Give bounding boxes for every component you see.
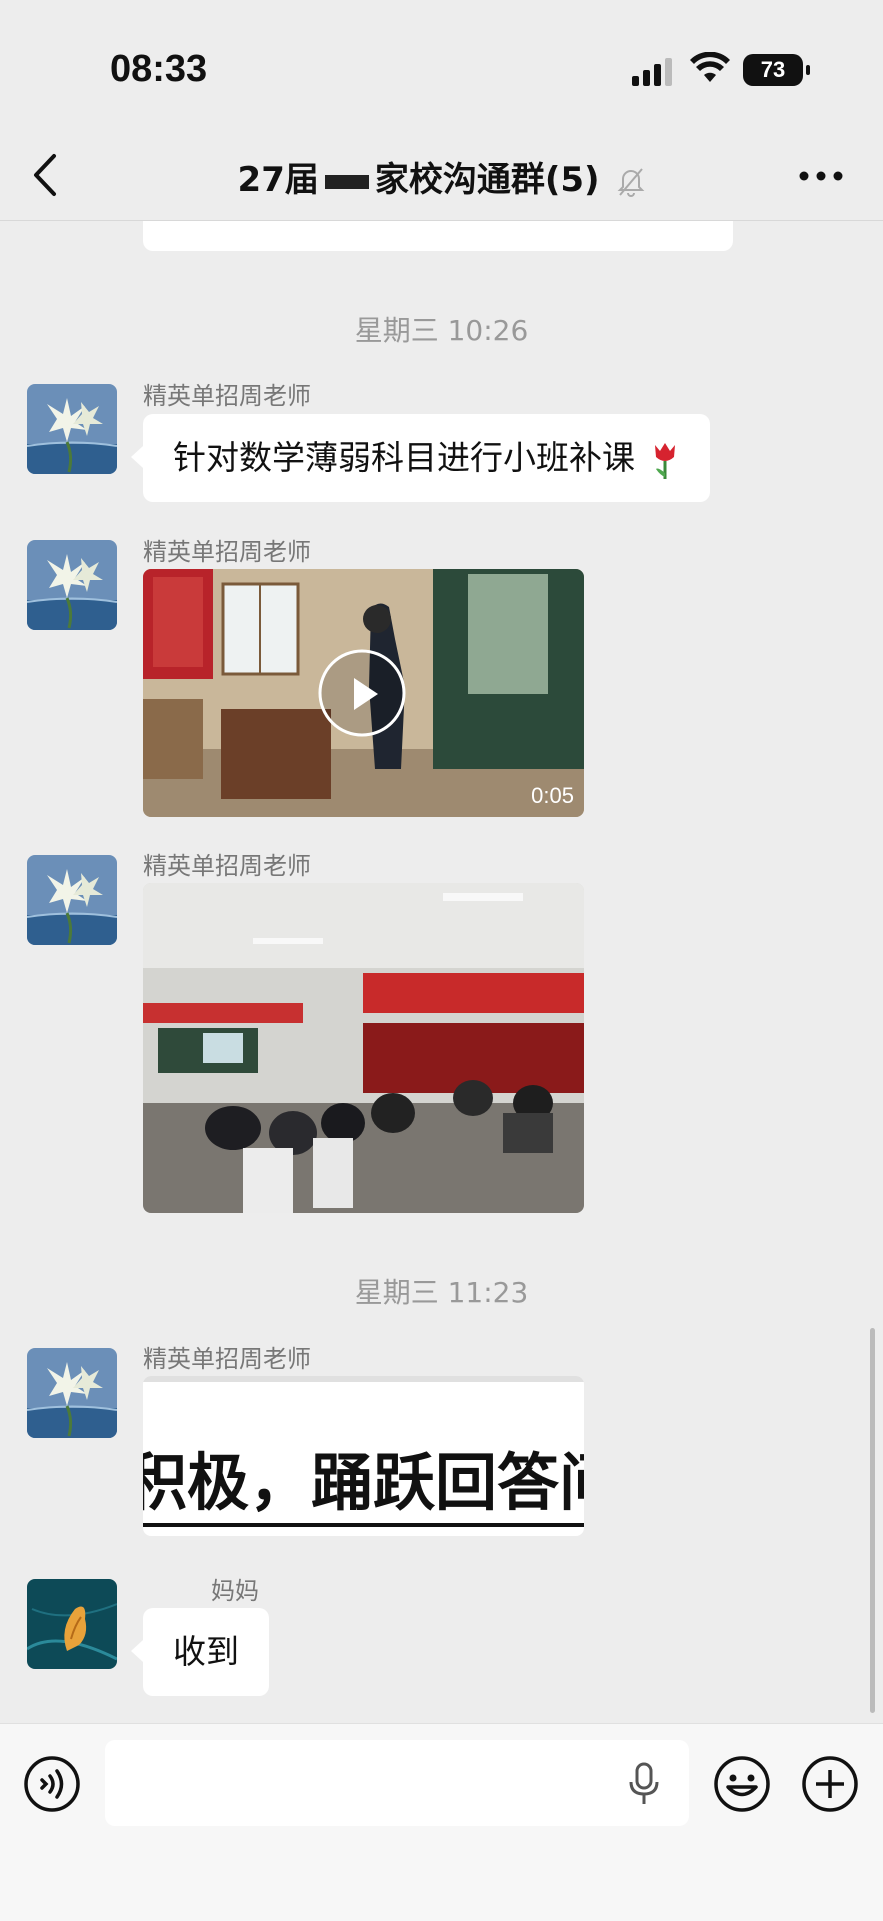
message-text: 针对数学薄弱科目进行小班补课 xyxy=(173,438,635,477)
message-timestamp: 星期三 11:23 xyxy=(354,1276,529,1309)
image-text: 积极，踊跃回答问 xyxy=(143,1446,584,1519)
mic-icon[interactable] xyxy=(627,1762,661,1806)
emoji-icon[interactable] xyxy=(712,1754,772,1814)
chat-title-suffix: 家校沟通群(5) xyxy=(374,160,600,200)
video-duration: 0:05 xyxy=(531,783,574,808)
signal-icon xyxy=(632,58,672,86)
video-message[interactable]: 0:05 xyxy=(143,569,584,817)
message-bubble[interactable]: 针对数学薄弱科目进行小班补课 xyxy=(131,414,710,502)
sender-name: 精英单招周老师 xyxy=(143,382,311,410)
status-bar: 08:33 73 xyxy=(0,0,883,130)
avatar-lily[interactable] xyxy=(27,540,117,630)
scrollbar[interactable] xyxy=(870,1328,875,1713)
sender-name: 精英单招周老师 xyxy=(143,1345,311,1373)
plus-icon[interactable] xyxy=(800,1754,860,1814)
image-message[interactable]: 积极，踊跃回答问 xyxy=(143,1376,584,1536)
message-list[interactable]: 星期三 10:26 精英单招周老师 针对数学薄弱科目进行小班补课 精英单招周老师… xyxy=(0,221,883,1723)
tulip-emoji-icon xyxy=(654,442,675,479)
sender-name: 妈妈 xyxy=(143,1571,259,1606)
message-timestamp: 星期三 10:26 xyxy=(354,314,529,347)
message-input[interactable] xyxy=(105,1740,689,1826)
chat-title-prefix: 27届 xyxy=(237,160,319,200)
avatar-shell[interactable] xyxy=(27,1579,117,1669)
avatar-lily[interactable] xyxy=(27,855,117,945)
chat-title: 27届 家校沟通群(5) xyxy=(0,152,883,201)
mute-bell-icon xyxy=(618,167,645,197)
redacted-block xyxy=(324,174,369,189)
play-icon[interactable] xyxy=(344,674,384,714)
wifi-icon xyxy=(690,52,730,82)
sender-name: 精英单招周老师 xyxy=(143,852,311,880)
input-bar xyxy=(0,1723,883,1921)
sender-name: 精英单招周老师 xyxy=(143,538,311,566)
chat-header: 27届 家校沟通群(5) xyxy=(0,130,883,221)
sender-name-visible: 妈妈 xyxy=(211,1577,259,1605)
more-icon[interactable] xyxy=(798,170,844,182)
battery-indicator: 73 xyxy=(743,54,810,86)
avatar-lily[interactable] xyxy=(27,1348,117,1438)
message-text: 收到 xyxy=(173,1632,239,1671)
message-bubble-partial[interactable] xyxy=(143,221,733,251)
voice-icon[interactable] xyxy=(22,1754,82,1814)
status-time: 08:33 xyxy=(110,48,208,90)
image-message[interactable] xyxy=(143,883,584,1213)
message-bubble[interactable]: 收到 xyxy=(131,1608,269,1696)
avatar-lily[interactable] xyxy=(27,384,117,474)
